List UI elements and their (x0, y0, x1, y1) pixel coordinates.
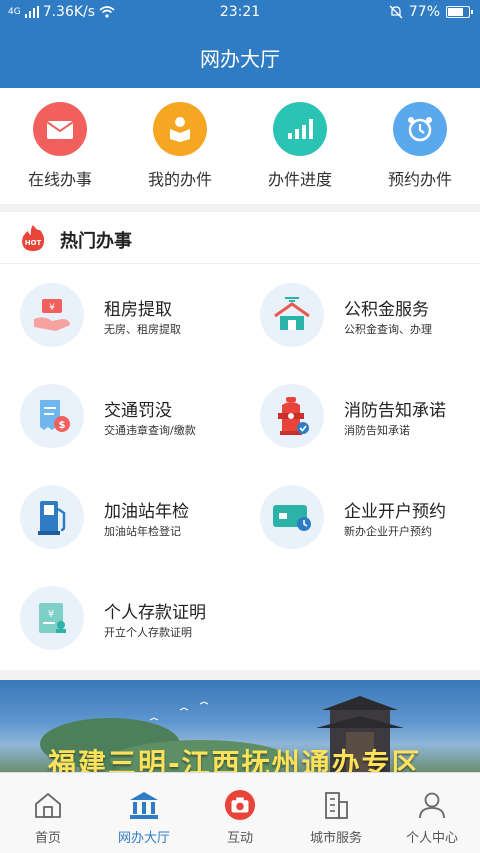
quick-action-label: 预约办件 (387, 170, 452, 189)
gas-pump-icon (20, 485, 84, 549)
battery-percent: 77% (408, 4, 440, 20)
page-title: 网办大厅 (200, 47, 280, 71)
mute-bell-icon (389, 5, 403, 19)
tab-profile[interactable]: 个人中心 (384, 773, 480, 853)
svg-text:$: $ (59, 420, 66, 431)
home-icon (32, 789, 64, 821)
service-name: 租房提取 (104, 300, 172, 320)
service-subtitle: 消防告知承诺 (344, 424, 410, 437)
city-building-icon (320, 789, 352, 821)
bar-progress-icon (273, 102, 327, 156)
status-bar: 4G 7.36K/s 23:21 77% (0, 0, 480, 26)
deposit-certificate-icon: ¥ (20, 586, 84, 650)
quick-action-label: 办件进度 (267, 170, 332, 189)
hot-flame-icon: HOT (22, 225, 45, 251)
hot-services-section: HOT 热门办事 ¥ 租房提取 无房、租房提取 公积金服务 公积金查询、办理 $… (0, 212, 480, 670)
tab-label: 网办大厅 (117, 831, 170, 846)
tab-label: 互动 (226, 831, 253, 846)
status-right: 77% (389, 4, 473, 20)
house-fund-icon (260, 283, 324, 347)
quick-action-progress[interactable]: 办件进度 (240, 88, 360, 204)
hot-badge-text: HOT (25, 239, 42, 247)
service-name: 消防告知承诺 (344, 401, 446, 421)
reading-person-icon (153, 102, 207, 156)
tab-label: 个人中心 (405, 831, 458, 846)
tab-home[interactable]: 首页 (0, 773, 96, 853)
service-subtitle: 无房、租房提取 (104, 323, 181, 336)
service-subtitle: 交通违章查询/缴款 (104, 424, 196, 437)
service-name: 交通罚没 (104, 401, 172, 421)
envelope-icon (33, 102, 87, 156)
quick-action-label: 在线办事 (27, 170, 92, 189)
quick-action-my-cases[interactable]: 我的办件 (120, 88, 240, 204)
government-hall-icon (128, 789, 160, 821)
app-header: 网办大厅 (0, 26, 480, 88)
camera-icon (224, 789, 256, 821)
svg-text:¥: ¥ (48, 609, 54, 620)
promo-banner[interactable]: 福建三明-江西抚州通办专区 (0, 680, 480, 772)
tab-label: 首页 (34, 831, 61, 846)
service-rent-withdraw[interactable]: ¥ 租房提取 无房、租房提取 (0, 265, 240, 366)
hot-services-header: HOT 热门办事 (0, 212, 480, 264)
service-subtitle: 开立个人存款证明 (104, 626, 192, 639)
quick-action-label: 我的办件 (147, 170, 212, 189)
hot-services-title: 热门办事 (60, 231, 132, 252)
service-subtitle: 公积金查询、办理 (344, 323, 432, 336)
svg-text:¥: ¥ (49, 303, 55, 313)
service-subtitle: 新办企业开户预约 (344, 525, 432, 538)
battery-fill (448, 8, 463, 16)
service-fire-safety[interactable]: 消防告知承诺 消防告知承诺 (240, 366, 480, 467)
bank-card-clock-icon (260, 485, 324, 549)
service-subtitle: 加油站年检登记 (104, 525, 181, 538)
traffic-fine-icon: $ (20, 384, 84, 448)
service-deposit-certificate[interactable]: ¥ 个人存款证明 开立个人存款证明 (0, 568, 240, 669)
service-housing-fund[interactable]: 公积金服务 公积金查询、办理 (240, 265, 480, 366)
banner-text: 福建三明-江西抚州通办专区 (48, 747, 422, 772)
service-name: 个人存款证明 (104, 603, 206, 623)
tab-interaction[interactable]: 互动 (192, 773, 288, 853)
battery-icon (446, 6, 473, 18)
tab-city-services[interactable]: 城市服务 (288, 773, 384, 853)
quick-action-appointment[interactable]: 预约办件 (360, 88, 480, 204)
fire-hydrant-icon (260, 384, 324, 448)
service-traffic-fine[interactable]: $ 交通罚没 交通违章查询/缴款 (0, 366, 240, 467)
alarm-clock-icon (393, 102, 447, 156)
service-name: 公积金服务 (344, 300, 429, 320)
tab-label: 城市服务 (309, 831, 362, 846)
service-business-account[interactable]: 企业开户预约 新办企业开户预约 (240, 467, 480, 568)
quick-actions: 在线办事 我的办件 办件进度 预约办件 (0, 88, 480, 204)
quick-action-online[interactable]: 在线办事 (0, 88, 120, 204)
service-name: 加油站年检 (104, 502, 189, 522)
rent-withdraw-icon: ¥ (20, 283, 84, 347)
tab-service-hall[interactable]: 网办大厅 (96, 773, 192, 853)
service-name: 企业开户预约 (344, 502, 446, 522)
bottom-tab-bar: 首页 网办大厅 互动 城市服务 个人中心 (0, 772, 480, 853)
person-icon (416, 789, 448, 821)
service-gas-station[interactable]: 加油站年检 加油站年检登记 (0, 467, 240, 568)
